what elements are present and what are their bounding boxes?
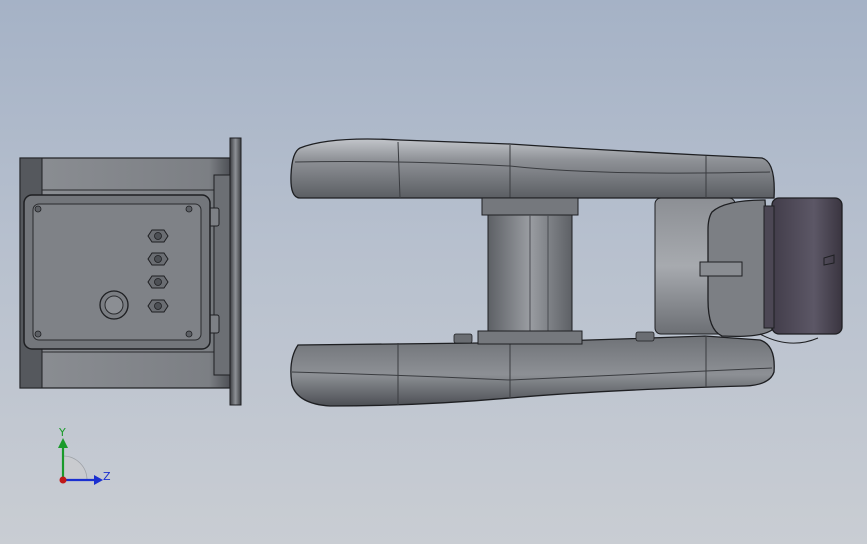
y-axis-label: Y <box>58 426 66 439</box>
cad-viewport[interactable]: Y Z <box>0 0 867 544</box>
center-column <box>453 197 655 345</box>
joint-motor[interactable] <box>699 197 843 344</box>
axis-triad: Y Z <box>58 426 111 485</box>
lower-arm <box>290 335 775 407</box>
connector-4 <box>147 299 169 313</box>
arm-link[interactable] <box>290 138 843 407</box>
cover-plate <box>23 194 211 350</box>
motor-housing[interactable] <box>19 137 242 406</box>
connector-2 <box>147 252 169 266</box>
connector-3 <box>147 275 169 289</box>
cable-gland <box>99 290 129 320</box>
connector-1 <box>147 229 169 243</box>
z-axis-label: Z <box>103 470 111 483</box>
x-axis-dot <box>59 476 67 484</box>
triad-quadrant <box>62 455 88 481</box>
upper-arm <box>290 138 775 199</box>
